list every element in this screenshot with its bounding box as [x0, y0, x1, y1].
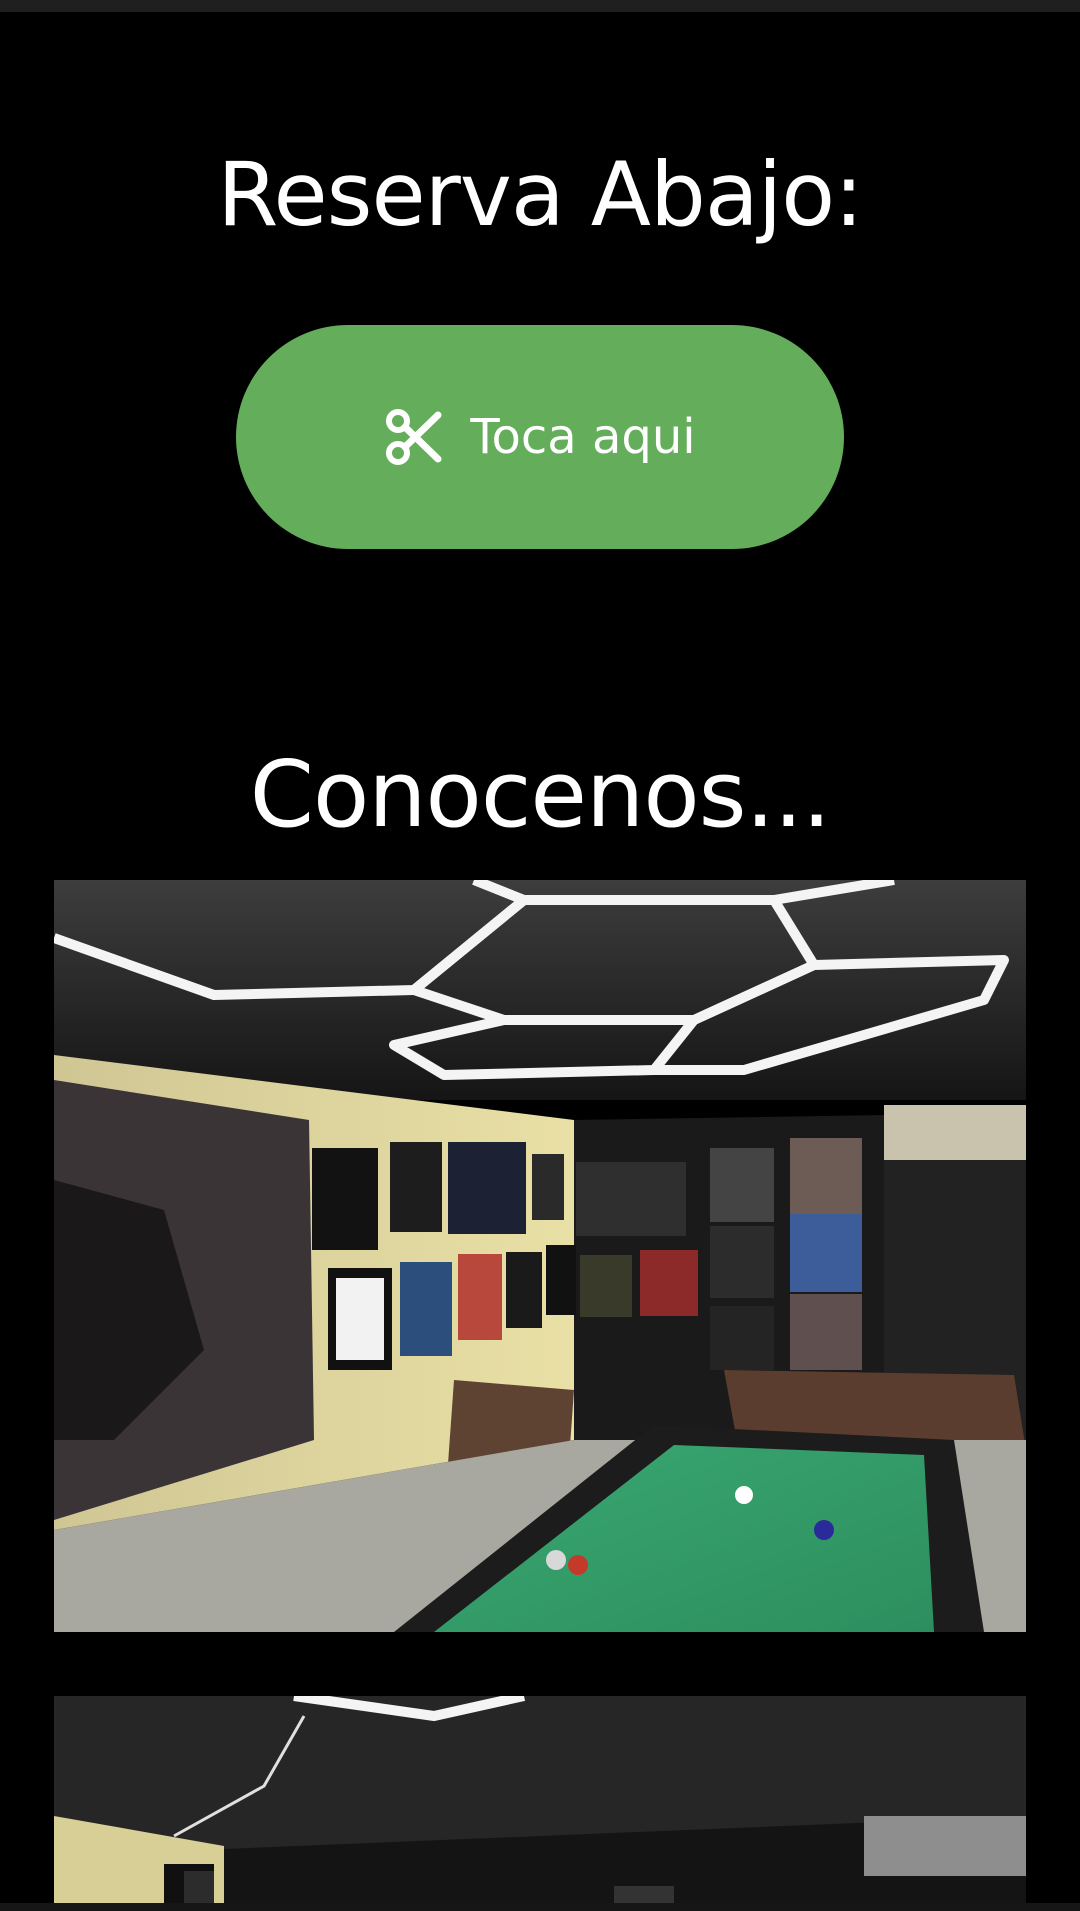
scissors-icon	[384, 407, 444, 467]
gallery-photo	[54, 1696, 1026, 1911]
status-bar-strip	[0, 0, 1080, 12]
book-now-button[interactable]: Toca aqui	[236, 325, 844, 549]
about-heading: Conocenos...	[249, 741, 832, 848]
bottom-edge	[0, 1903, 1080, 1911]
reserve-heading: Reserva Abajo:	[217, 143, 863, 246]
book-now-label: Toca aqui	[470, 409, 696, 465]
gallery-photo	[54, 880, 1026, 1632]
